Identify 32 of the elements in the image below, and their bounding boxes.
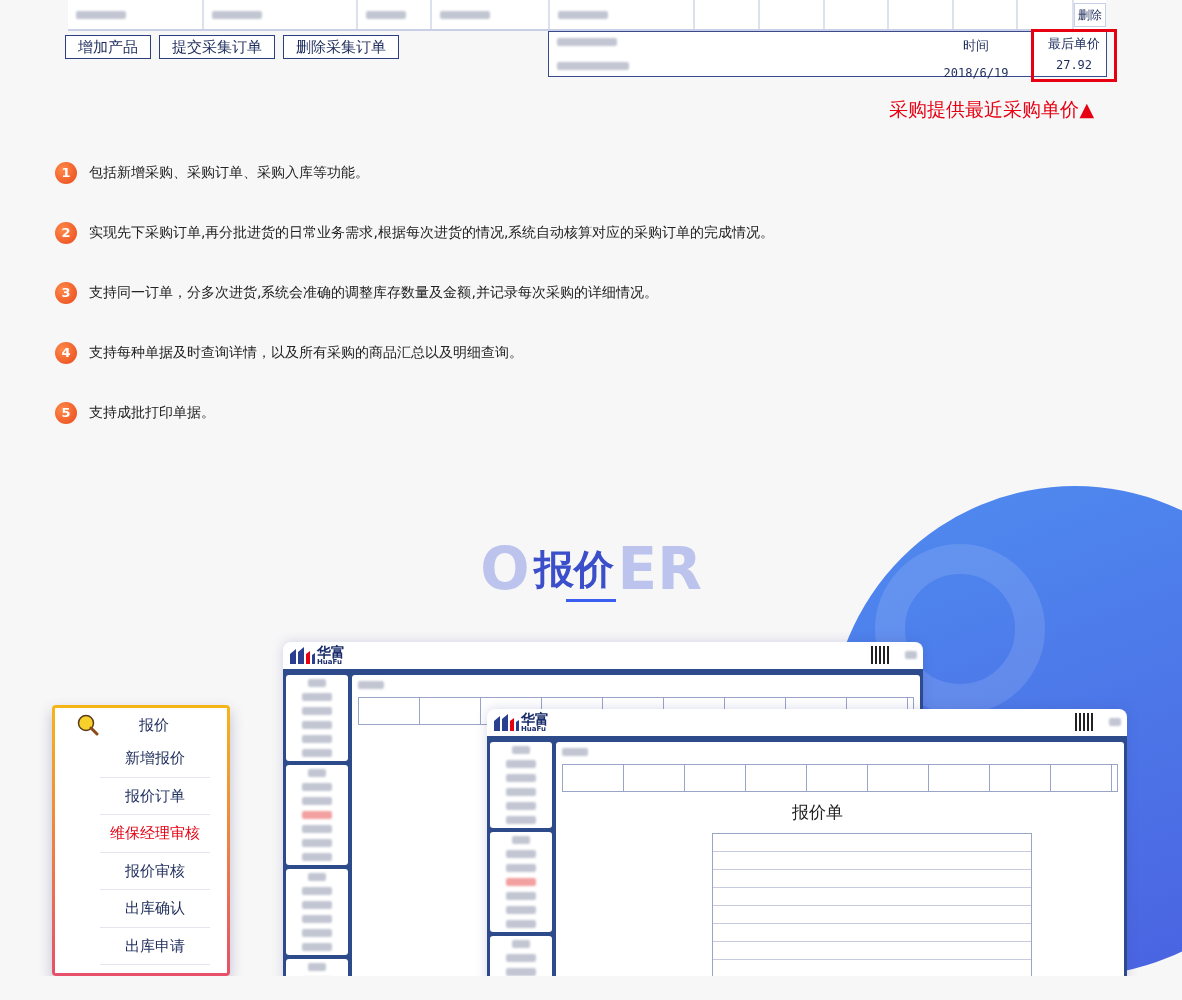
- delete-order-button[interactable]: 删除采集订单: [283, 35, 399, 59]
- menu-item[interactable]: 维保经理审核: [100, 815, 210, 853]
- column-header: 时间: [963, 37, 989, 55]
- number-badge: 4: [55, 341, 77, 364]
- delete-button[interactable]: 删除: [1074, 3, 1106, 27]
- section-title: 报价: [533, 545, 614, 594]
- feature-text: 包括新增采购、采购订单、采购入库等功能。: [89, 163, 369, 182]
- feature-text: 支持成批打印单据。: [89, 403, 215, 422]
- number-badge: 2: [55, 221, 77, 244]
- caption-text: 采购提供最近采购单价▲: [888, 97, 1094, 122]
- feature-text: 支持同一订单，分多次进货,系统会准确的调整库存数量及金额,并记录每次采购的详细情况。: [89, 283, 658, 302]
- feature-text: 支持每种单据及时查询详情，以及所有采购的商品汇总以及明细查询。: [89, 343, 523, 362]
- feature-text: 实现先下采购订单,再分批进货的日常业务需求,根据每次进货的情况,系统自动核算对应的采购订单的完成情况。: [89, 223, 775, 242]
- menu-item[interactable]: 出库申请: [100, 927, 210, 965]
- date-text: 2018/6/19: [943, 64, 1009, 82]
- backdrop-letters: ER: [617, 533, 702, 605]
- logo-text: 华富: [317, 644, 345, 659]
- number-badge: 5: [55, 401, 77, 424]
- menu-item[interactable]: 报价订单: [100, 777, 210, 815]
- backdrop-letters: O: [480, 533, 530, 605]
- add-button[interactable]: 增加产品: [65, 35, 151, 59]
- column-header: 最后单价: [1048, 35, 1100, 53]
- submit-button[interactable]: 提交采集订单: [159, 35, 275, 59]
- number-badge: 1: [55, 161, 77, 184]
- menu-item[interactable]: 出库确认: [100, 890, 210, 928]
- menu-item[interactable]: 新增报价: [100, 740, 210, 778]
- logo-text: 华富: [521, 711, 549, 726]
- document-title: 报价单: [792, 800, 843, 824]
- price-text: 27.92: [1055, 56, 1093, 74]
- menu-title: 报价: [139, 714, 169, 736]
- number-badge: 3: [55, 281, 77, 304]
- menu-item[interactable]: 报价审核: [100, 852, 210, 890]
